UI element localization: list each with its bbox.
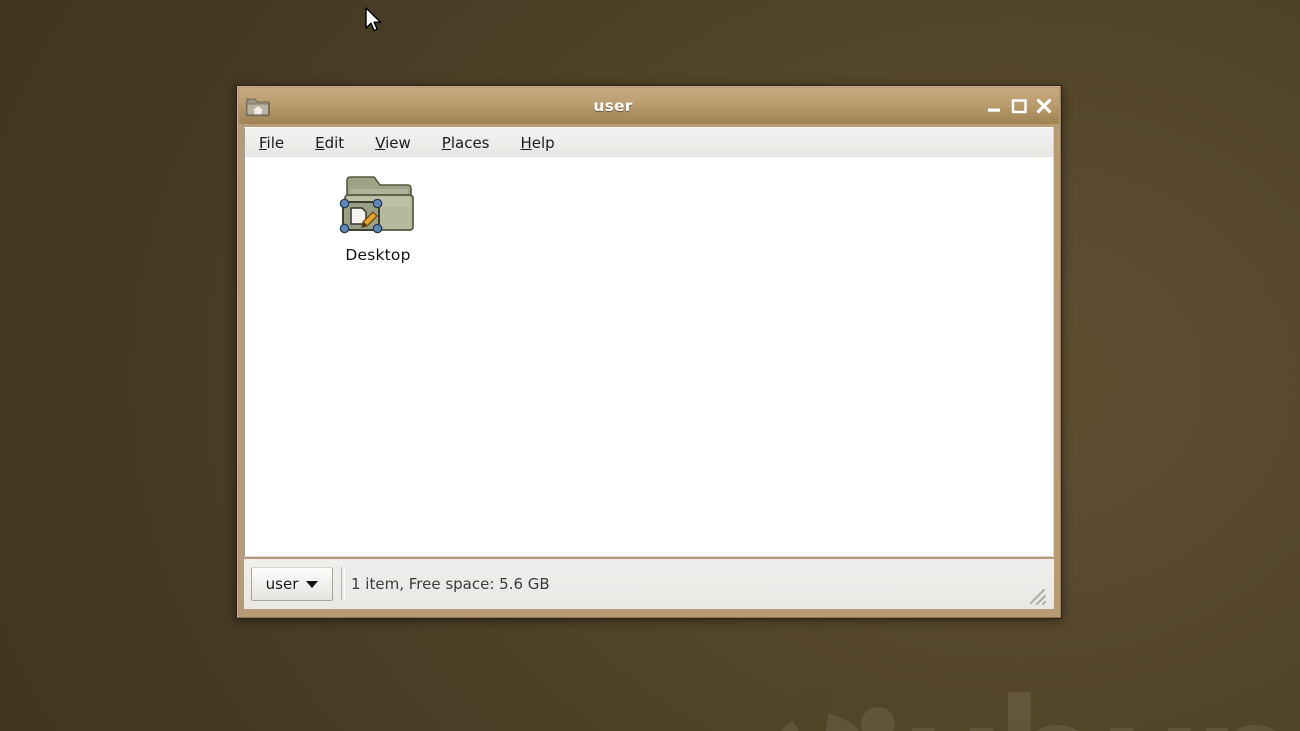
statusbar: user 1 item, Free space: 5.6 GB <box>244 559 1054 609</box>
window-titlebar[interactable]: user <box>239 88 1059 124</box>
location-dropdown-label: user <box>265 575 299 593</box>
menu-file-rest: ile <box>266 133 285 152</box>
menu-item-edit[interactable]: Edit <box>315 132 356 154</box>
location-dropdown-button[interactable]: user <box>251 567 333 601</box>
status-text: 1 item, Free space: 5.6 GB <box>351 575 550 593</box>
icon-view-area[interactable]: Desktop <box>244 157 1054 557</box>
menu-item-places[interactable]: Places <box>442 132 502 154</box>
menu-view-rest: iew <box>385 133 411 152</box>
close-button[interactable] <box>1032 93 1055 119</box>
resize-grip-icon[interactable] <box>1027 586 1047 606</box>
menu-item-file[interactable]: File <box>259 132 296 154</box>
statusbar-divider <box>341 567 345 601</box>
mouse-cursor <box>365 7 382 32</box>
minimize-button[interactable] <box>982 93 1005 119</box>
folder-with-desktop-emblem-icon <box>335 169 421 243</box>
menu-places-mnemonic: P <box>441 133 451 152</box>
menu-edit-rest: dit <box>324 133 345 152</box>
file-manager-window[interactable]: user File Edit View Places Help Desktop … <box>236 85 1062 619</box>
ubuntu-logo-watermark <box>780 684 1276 731</box>
list-item[interactable]: Desktop <box>322 169 434 264</box>
menu-help-rest: elp <box>531 133 555 152</box>
menubar[interactable]: File Edit View Places Help <box>244 127 1054 157</box>
maximize-button[interactable] <box>1007 93 1030 119</box>
chevron-down-icon <box>306 580 319 588</box>
window-title: user <box>593 97 633 115</box>
menu-file-mnemonic: F <box>259 133 267 152</box>
menu-item-view[interactable]: View <box>375 132 423 154</box>
menu-edit-mnemonic: E <box>315 133 325 152</box>
menu-item-help[interactable]: Help <box>521 132 567 154</box>
menu-places-rest: laces <box>450 133 490 152</box>
menu-view-mnemonic: V <box>375 133 386 152</box>
menu-help-mnemonic: H <box>520 133 532 152</box>
list-item-label: Desktop <box>345 246 411 264</box>
desktop-background[interactable]: user File Edit View Places Help Desktop … <box>0 0 1300 731</box>
